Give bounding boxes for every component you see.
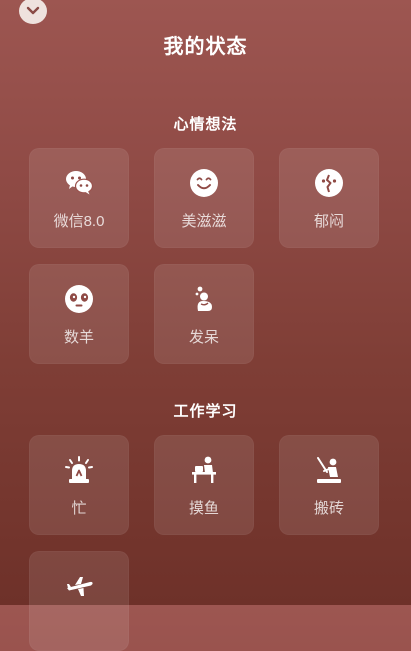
status-label: 数羊: [63, 329, 94, 346]
section-title-mood: 心情想法: [173, 116, 238, 133]
broken-heart-icon: [315, 169, 343, 197]
wechat-icon: [66, 171, 94, 195]
status-label: 美滋滋: [181, 213, 227, 230]
chevron-down-icon: [26, 6, 40, 15]
desk-icon: [192, 456, 216, 483]
status-label: 摸鱼: [188, 500, 219, 517]
status-tile-gloomy[interactable]: 郁闷: [279, 148, 379, 248]
status-tile-grind[interactable]: 搬砖: [279, 435, 379, 535]
status-tile-count-sheep[interactable]: 数羊: [29, 264, 129, 364]
collapse-button[interactable]: [19, 0, 47, 24]
page-title: 我的状态: [163, 36, 248, 58]
daydream-icon: [195, 286, 212, 311]
smile-icon: [190, 169, 218, 197]
status-tile-slack-off[interactable]: 摸鱼: [154, 435, 254, 535]
sheep-face-icon: [65, 285, 93, 313]
status-label: 搬砖: [313, 500, 344, 517]
status-tile-wechat[interactable]: 微信8.0: [29, 148, 129, 248]
section-title-work: 工作学习: [173, 403, 238, 420]
status-tile-travel[interactable]: [29, 551, 129, 651]
status-tile-happy[interactable]: 美滋滋: [154, 148, 254, 248]
status-label: 发呆: [188, 329, 219, 346]
alarm-light-icon: [65, 456, 93, 483]
status-tile-daze[interactable]: 发呆: [154, 264, 254, 364]
worker-icon: [317, 457, 341, 483]
status-tile-busy[interactable]: 忙: [29, 435, 129, 535]
status-label: 忙: [71, 500, 87, 517]
status-label: 郁闷: [313, 213, 344, 230]
status-label: 微信8.0: [53, 213, 105, 230]
airplane-icon: [67, 577, 93, 596]
